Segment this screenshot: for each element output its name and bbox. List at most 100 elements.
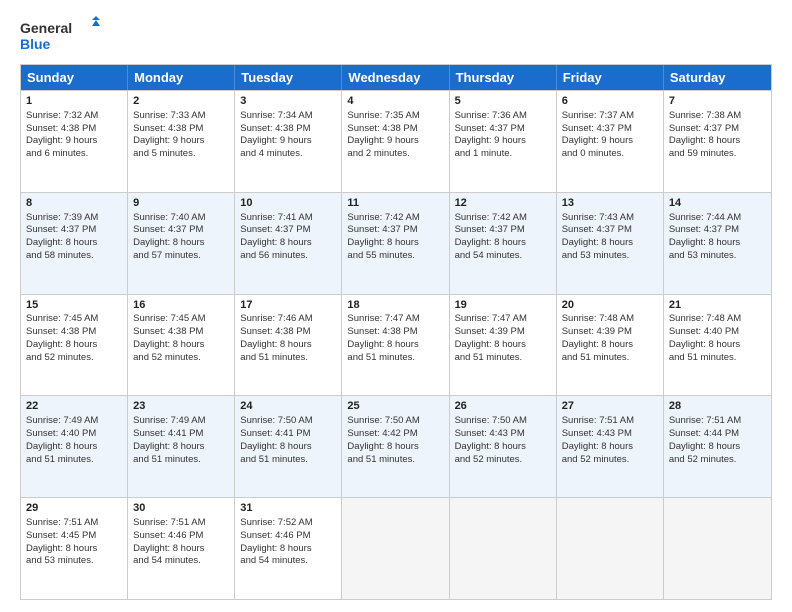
day-info-line: Sunset: 4:44 PM [669,428,766,441]
day-number: 27 [562,399,658,414]
day-info-line: Daylight: 8 hours [347,237,443,250]
day-info-line: Sunrise: 7:37 AM [562,110,658,123]
calendar-cell: 20Sunrise: 7:48 AMSunset: 4:39 PMDayligh… [557,295,664,396]
day-number: 24 [240,399,336,414]
day-info-line: Sunrise: 7:51 AM [562,415,658,428]
logo-svg: General Blue [20,16,100,56]
day-info-line: Sunset: 4:37 PM [669,224,766,237]
day-info-line: Sunrise: 7:50 AM [240,415,336,428]
day-info-line: Sunrise: 7:34 AM [240,110,336,123]
page: General Blue SundayMondayTuesdayWednesda… [0,0,792,612]
calendar-cell: 10Sunrise: 7:41 AMSunset: 4:37 PMDayligh… [235,193,342,294]
calendar-cell: 31Sunrise: 7:52 AMSunset: 4:46 PMDayligh… [235,498,342,599]
day-info-line: Daylight: 8 hours [133,237,229,250]
day-info-line: Daylight: 9 hours [133,135,229,148]
day-info-line: Daylight: 8 hours [347,441,443,454]
day-number: 29 [26,501,122,516]
day-info-line: Sunrise: 7:49 AM [26,415,122,428]
day-info-line: Sunset: 4:42 PM [347,428,443,441]
day-info-line: Daylight: 9 hours [26,135,122,148]
day-info-line: Sunset: 4:37 PM [133,224,229,237]
day-info-line: and 51 minutes. [347,352,443,365]
day-info-line: Sunset: 4:41 PM [133,428,229,441]
day-info-line: Sunset: 4:45 PM [26,530,122,543]
header-day-saturday: Saturday [664,65,771,90]
day-info-line: Sunrise: 7:45 AM [133,313,229,326]
calendar-cell: 30Sunrise: 7:51 AMSunset: 4:46 PMDayligh… [128,498,235,599]
day-number: 12 [455,196,551,211]
logo: General Blue [20,16,100,56]
calendar-cell-empty [664,498,771,599]
day-info-line: Sunset: 4:37 PM [669,123,766,136]
day-number: 8 [26,196,122,211]
day-info-line: Sunset: 4:39 PM [455,326,551,339]
day-info-line: Sunset: 4:40 PM [26,428,122,441]
day-info-line: Daylight: 9 hours [455,135,551,148]
day-info-line: Daylight: 8 hours [669,237,766,250]
day-info-line: Daylight: 8 hours [455,237,551,250]
calendar-row: 8Sunrise: 7:39 AMSunset: 4:37 PMDaylight… [21,192,771,294]
day-number: 11 [347,196,443,211]
day-number: 19 [455,298,551,313]
calendar-cell: 7Sunrise: 7:38 AMSunset: 4:37 PMDaylight… [664,91,771,192]
day-info-line: Sunset: 4:38 PM [133,123,229,136]
day-info-line: Sunrise: 7:35 AM [347,110,443,123]
day-number: 6 [562,94,658,109]
day-number: 21 [669,298,766,313]
calendar-cell: 11Sunrise: 7:42 AMSunset: 4:37 PMDayligh… [342,193,449,294]
day-info-line: Daylight: 9 hours [240,135,336,148]
day-info-line: and 52 minutes. [669,454,766,467]
header: General Blue [20,16,772,56]
day-info-line: Sunrise: 7:42 AM [347,212,443,225]
day-info-line: Daylight: 8 hours [669,339,766,352]
day-number: 23 [133,399,229,414]
calendar-row: 1Sunrise: 7:32 AMSunset: 4:38 PMDaylight… [21,90,771,192]
day-info-line: Sunrise: 7:41 AM [240,212,336,225]
day-info-line: and 58 minutes. [26,250,122,263]
day-number: 9 [133,196,229,211]
day-info-line: and 54 minutes. [133,555,229,568]
day-info-line: and 53 minutes. [26,555,122,568]
calendar-cell: 21Sunrise: 7:48 AMSunset: 4:40 PMDayligh… [664,295,771,396]
day-info-line: Daylight: 8 hours [240,237,336,250]
day-info-line: Daylight: 8 hours [347,339,443,352]
day-number: 1 [26,94,122,109]
calendar-cell-empty [450,498,557,599]
day-info-line: and 54 minutes. [455,250,551,263]
day-info-line: Daylight: 8 hours [26,339,122,352]
day-info-line: Sunset: 4:38 PM [26,123,122,136]
day-number: 16 [133,298,229,313]
day-info-line: Daylight: 8 hours [562,441,658,454]
day-info-line: and 57 minutes. [133,250,229,263]
day-info-line: and 4 minutes. [240,148,336,161]
day-number: 18 [347,298,443,313]
day-info-line: Daylight: 8 hours [133,543,229,556]
day-info-line: Sunset: 4:38 PM [133,326,229,339]
calendar-cell: 3Sunrise: 7:34 AMSunset: 4:38 PMDaylight… [235,91,342,192]
day-number: 4 [347,94,443,109]
day-info-line: Sunset: 4:38 PM [26,326,122,339]
calendar-row: 22Sunrise: 7:49 AMSunset: 4:40 PMDayligh… [21,395,771,497]
day-info-line: and 0 minutes. [562,148,658,161]
day-info-line: Sunrise: 7:38 AM [669,110,766,123]
calendar-cell: 13Sunrise: 7:43 AMSunset: 4:37 PMDayligh… [557,193,664,294]
day-info-line: and 51 minutes. [455,352,551,365]
day-number: 7 [669,94,766,109]
day-info-line: and 51 minutes. [26,454,122,467]
day-info-line: Sunset: 4:37 PM [562,123,658,136]
calendar-cell: 9Sunrise: 7:40 AMSunset: 4:37 PMDaylight… [128,193,235,294]
day-info-line: Daylight: 9 hours [347,135,443,148]
day-number: 25 [347,399,443,414]
day-info-line: Sunset: 4:37 PM [26,224,122,237]
day-number: 17 [240,298,336,313]
day-info-line: and 51 minutes. [562,352,658,365]
day-info-line: Sunset: 4:38 PM [347,123,443,136]
day-info-line: and 51 minutes. [669,352,766,365]
day-info-line: and 59 minutes. [669,148,766,161]
day-info-line: Sunset: 4:41 PM [240,428,336,441]
day-info-line: and 6 minutes. [26,148,122,161]
day-info-line: Daylight: 8 hours [455,339,551,352]
day-info-line: Daylight: 8 hours [26,543,122,556]
day-info-line: Daylight: 8 hours [240,441,336,454]
calendar-cell: 15Sunrise: 7:45 AMSunset: 4:38 PMDayligh… [21,295,128,396]
